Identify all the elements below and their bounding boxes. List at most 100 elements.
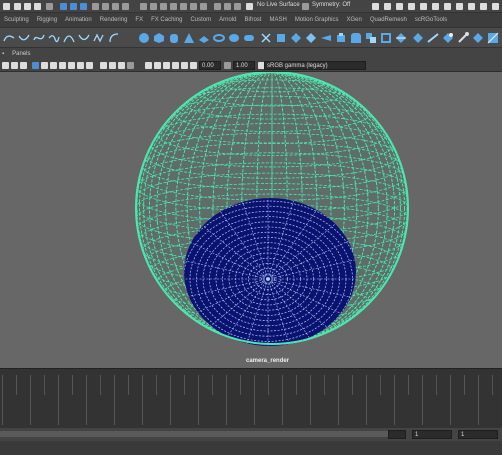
toggle-icon-9[interactable] <box>468 3 475 10</box>
mirror-icon[interactable] <box>305 32 317 44</box>
select-face-icon[interactable] <box>112 3 119 10</box>
shelf-tab-9[interactable]: MASH <box>265 17 290 23</box>
poly-cone-icon[interactable] <box>183 32 195 44</box>
shelf-tab-8[interactable]: Bifrost <box>240 17 265 23</box>
toggle-icon-10[interactable] <box>480 3 487 10</box>
toggle-icon-4[interactable] <box>408 3 415 10</box>
range-bar[interactable] <box>0 431 392 437</box>
render-icon[interactable] <box>214 3 221 10</box>
select-hierarchy-icon[interactable] <box>60 3 67 10</box>
time-slider[interactable] <box>0 368 502 428</box>
save-scene-icon[interactable] <box>34 3 41 10</box>
poly-cube-icon[interactable] <box>153 32 165 44</box>
bevel-icon[interactable] <box>350 32 362 44</box>
quad-draw-icon[interactable] <box>442 32 454 44</box>
film-gate-icon[interactable] <box>41 62 48 69</box>
multi-cut-icon[interactable] <box>395 32 407 44</box>
shelf-tab-11[interactable]: XGen <box>343 17 366 23</box>
undo-icon[interactable] <box>46 3 53 10</box>
depth-of-field-icon[interactable] <box>190 62 197 69</box>
separate-icon[interactable] <box>275 32 287 44</box>
arc-icon[interactable] <box>63 32 75 44</box>
open-scene-icon[interactable] <box>24 3 31 10</box>
xray-icon[interactable] <box>127 62 134 69</box>
shelf-tab-13[interactable]: scRGoTools <box>411 17 451 23</box>
toggle-icon-7[interactable] <box>444 3 451 10</box>
poly-torus-icon[interactable] <box>213 32 225 44</box>
select-vertex-icon[interactable] <box>92 3 99 10</box>
select-object-icon[interactable] <box>70 3 77 10</box>
combine-icon[interactable] <box>260 32 272 44</box>
poly-plane-icon[interactable] <box>198 32 210 44</box>
helix-icon[interactable] <box>93 32 105 44</box>
shelf-tab-1[interactable]: Rigging <box>33 17 61 23</box>
arc-two-point-icon[interactable] <box>78 32 90 44</box>
gate-mask-icon[interactable] <box>59 62 66 69</box>
render-settings-icon[interactable] <box>234 3 241 10</box>
shelf-tab-2[interactable]: Animation <box>61 17 96 23</box>
history-icon[interactable] <box>200 3 207 10</box>
poly-cylinder-icon[interactable] <box>168 32 180 44</box>
target-weld-icon[interactable] <box>412 32 424 44</box>
snap-grid-icon[interactable] <box>140 3 147 10</box>
ipr-render-icon[interactable] <box>224 3 231 10</box>
symmetry-dropdown[interactable]: Symmetry: Off <box>312 2 350 8</box>
motion-blur-icon[interactable] <box>172 62 179 69</box>
uv-editor-icon[interactable] <box>472 32 484 44</box>
sphere-mesh[interactable] <box>0 72 502 368</box>
range-end-field[interactable]: 1 <box>458 430 498 439</box>
snap-point-icon[interactable] <box>160 3 167 10</box>
exposure-field[interactable]: 0.00 <box>199 61 221 70</box>
shelf-tab-10[interactable]: Motion Graphics <box>291 17 343 23</box>
toggle-icon-11[interactable] <box>492 3 499 10</box>
bridge-icon[interactable] <box>320 32 332 44</box>
grid-icon[interactable] <box>32 62 39 69</box>
toggle-icon-3[interactable] <box>396 3 403 10</box>
safe-title-icon[interactable] <box>86 62 93 69</box>
snap-curve-icon[interactable] <box>150 3 157 10</box>
toggle-icon-6[interactable] <box>432 3 439 10</box>
menu-set-icon[interactable] <box>3 3 10 10</box>
new-scene-icon[interactable] <box>14 3 21 10</box>
snap-live-icon[interactable] <box>190 3 197 10</box>
resolution-gate-icon[interactable] <box>50 62 57 69</box>
live-surface-label[interactable]: No Live Surface <box>257 2 300 8</box>
superellipse-icon[interactable] <box>243 32 255 44</box>
shelf-tab-7[interactable]: Arnold <box>215 17 240 23</box>
texture-editor-icon[interactable] <box>487 32 499 44</box>
shelf-tab-12[interactable]: QuadRemesh <box>366 17 411 23</box>
wireframe-on-shaded-icon[interactable] <box>118 62 125 69</box>
append-polygon-icon[interactable] <box>365 32 377 44</box>
select-component-icon[interactable] <box>80 3 87 10</box>
shelf-tab-4[interactable]: FX <box>131 17 147 23</box>
gamma-field[interactable]: 1.00 <box>233 61 255 70</box>
poly-sphere-icon[interactable] <box>138 32 150 44</box>
command-line[interactable] <box>0 441 502 455</box>
select-camera-icon[interactable] <box>2 62 9 69</box>
fill-hole-icon[interactable] <box>380 32 392 44</box>
poly-disc-icon[interactable] <box>228 32 240 44</box>
view-transform-dropdown[interactable]: sRGB gamma (legacy) <box>264 61 366 70</box>
curve-tool-icon[interactable] <box>108 32 120 44</box>
cv-curve-icon[interactable] <box>18 32 30 44</box>
screen-space-ao-icon[interactable] <box>163 62 170 69</box>
wireframe-icon[interactable] <box>100 62 107 69</box>
sculpt-icon[interactable] <box>457 32 469 44</box>
range-start-handle[interactable] <box>388 430 406 439</box>
smooth-shade-icon[interactable] <box>109 62 116 69</box>
snap-view-icon[interactable] <box>170 3 177 10</box>
ep-curve-icon[interactable] <box>3 32 15 44</box>
safe-action-icon[interactable] <box>77 62 84 69</box>
use-all-lights-icon[interactable] <box>145 62 152 69</box>
magnet-icon[interactable] <box>246 3 253 10</box>
field-chart-icon[interactable] <box>68 62 75 69</box>
bezier-curve-icon[interactable] <box>33 32 45 44</box>
anti-aliasing-icon[interactable] <box>181 62 188 69</box>
smooth-icon[interactable] <box>290 32 302 44</box>
viewport[interactable]: camera_render <box>0 72 502 368</box>
shadows-icon[interactable] <box>154 62 161 69</box>
select-uv-icon[interactable] <box>122 3 129 10</box>
shelf-tab-0[interactable]: Sculpting <box>0 17 33 23</box>
panel-menu-item-panels[interactable]: Panels <box>6 51 36 57</box>
toggle-icon-8[interactable] <box>456 3 463 10</box>
